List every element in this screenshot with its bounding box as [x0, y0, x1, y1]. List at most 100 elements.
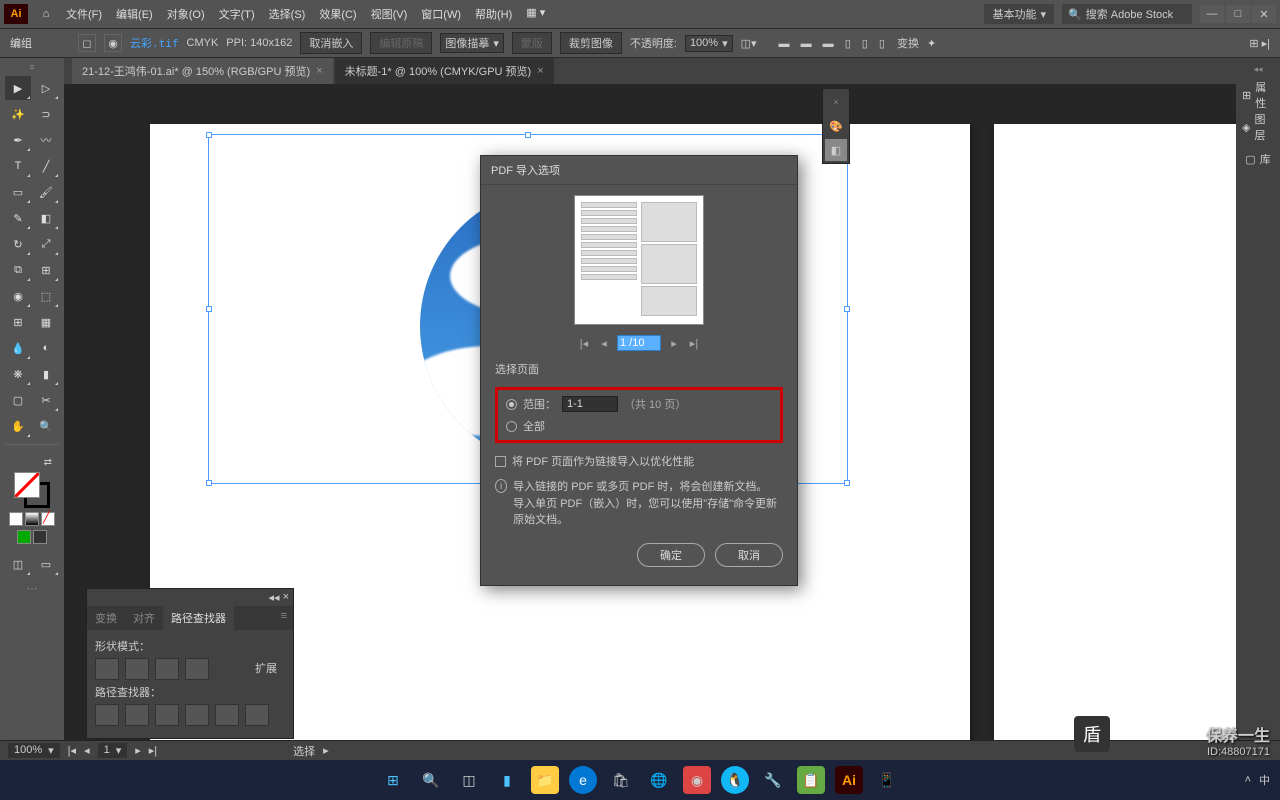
pf-tab-align[interactable]: 对齐 — [125, 606, 163, 630]
menu-file[interactable]: 文件(F) — [66, 6, 102, 22]
app-icon[interactable]: ◉ — [683, 766, 711, 794]
magic-wand-tool[interactable]: ✨ — [5, 102, 31, 126]
nav-prev-icon[interactable]: ◂ — [84, 744, 90, 757]
merge-icon[interactable] — [155, 704, 179, 726]
shaper-tool[interactable]: ✎ — [5, 206, 31, 230]
symbol-tool[interactable]: ❋ — [5, 362, 31, 386]
screen-mode-normal[interactable] — [17, 530, 31, 544]
artboard-tool[interactable]: ▢ — [5, 388, 31, 412]
color-mode-solid[interactable] — [9, 512, 23, 526]
next-page-icon[interactable]: ▸ — [667, 336, 681, 350]
line-tool[interactable]: ╱ — [33, 154, 59, 178]
color-mode-gradient[interactable] — [25, 512, 39, 526]
linked-file[interactable]: 云彩.tif — [130, 35, 179, 51]
panel-properties[interactable]: ⊞ 属性 — [1242, 83, 1274, 107]
embed-icon[interactable]: ◻ — [78, 34, 96, 52]
color-mode-none[interactable]: ╱ — [41, 512, 55, 526]
range-radio[interactable] — [506, 399, 517, 410]
nav-next-icon[interactable]: ▸ — [135, 744, 141, 757]
outline-icon[interactable] — [215, 704, 239, 726]
color-icon[interactable]: 🎨 — [825, 115, 847, 137]
phone-icon[interactable]: 📱 — [873, 766, 901, 794]
tool-icon[interactable]: 🔧 — [759, 766, 787, 794]
nav-first-icon[interactable]: |◂ — [68, 744, 76, 757]
menu-object[interactable]: 对象(O) — [167, 6, 205, 22]
eraser-tool[interactable]: ◧ — [33, 206, 59, 230]
panel-layers[interactable]: ◈ 图层 — [1242, 115, 1274, 139]
type-tool[interactable]: T — [5, 154, 31, 178]
panel-libraries[interactable]: ▢ 库 — [1242, 147, 1274, 171]
free-transform-tool[interactable]: ⊞ — [33, 258, 59, 282]
search-task-icon[interactable]: 🔍 — [417, 766, 445, 794]
notes-icon[interactable]: 📋 — [797, 766, 825, 794]
panel-menu-icon[interactable]: ≡ — [275, 606, 293, 630]
nav-last-icon[interactable]: ▸| — [149, 744, 157, 757]
start-icon[interactable]: ⊞ — [379, 766, 407, 794]
crop-button[interactable]: 裁剪图像 — [560, 32, 622, 54]
range-input[interactable]: 1-1 — [562, 396, 618, 412]
minimize-button[interactable]: — — [1200, 5, 1224, 23]
minus-front-icon[interactable] — [125, 658, 149, 680]
width-tool[interactable]: ⧉ — [5, 258, 31, 282]
widgets-icon[interactable]: ▮ — [493, 766, 521, 794]
menu-layout-icon[interactable]: ▦ ▾ — [526, 6, 545, 22]
exclude-icon[interactable] — [185, 658, 209, 680]
isolate-icon[interactable]: ✦ — [927, 37, 936, 50]
lasso-tool[interactable]: ⊃ — [33, 102, 59, 126]
intersect-icon[interactable] — [155, 658, 179, 680]
curvature-tool[interactable]: 〰 — [33, 128, 59, 152]
close-icon[interactable]: × — [316, 65, 322, 77]
panel-toggle-icon[interactable]: ⊞ ▸| — [1249, 37, 1270, 50]
explorer-icon[interactable]: 📁 — [531, 766, 559, 794]
zoom-tool[interactable]: 🔍 — [33, 414, 59, 438]
screen-mode[interactable]: ▭ — [33, 552, 59, 576]
trim-icon[interactable] — [125, 704, 149, 726]
ok-button[interactable]: 确定 — [637, 543, 705, 567]
crop-pf-icon[interactable] — [185, 704, 209, 726]
pf-tab-transform[interactable]: 变换 — [87, 606, 125, 630]
selection-tool[interactable]: ▶ — [5, 76, 31, 100]
shape-builder-tool[interactable]: ◉ — [5, 284, 31, 308]
brush-tool[interactable]: 🖌 — [33, 180, 59, 204]
perspective-tool[interactable]: ⬚ — [33, 284, 59, 308]
divide-icon[interactable] — [95, 704, 119, 726]
home-icon[interactable]: ⌂ — [36, 4, 56, 24]
search-stock[interactable]: 🔍 搜索 Adobe Stock — [1062, 4, 1192, 24]
menu-select[interactable]: 选择(S) — [269, 6, 306, 22]
zoom-dropdown[interactable]: 100% ▾ — [8, 743, 60, 758]
menu-text[interactable]: 文字(T) — [219, 6, 255, 22]
close-icon[interactable]: × — [537, 65, 543, 77]
eyedropper-tool[interactable]: 💧 — [5, 336, 31, 360]
opacity-input[interactable]: 100% ▾ — [685, 35, 733, 52]
menu-view[interactable]: 视图(V) — [371, 6, 408, 22]
minus-back-icon[interactable] — [245, 704, 269, 726]
draw-mode[interactable]: ◫ — [5, 552, 31, 576]
direct-select-tool[interactable]: ▷ — [33, 76, 59, 100]
ai-task-icon[interactable]: Ai — [835, 766, 863, 794]
image-trace-dropdown[interactable]: 图像描摹 ▾ — [440, 33, 504, 53]
scale-tool[interactable]: ⤢ — [33, 232, 59, 256]
pathfinder-panel[interactable]: ◂◂ × 变换 对齐 路径查找器 ≡ 形状模式： 扩展 路径查找器： — [86, 588, 294, 739]
panel-close-icon[interactable]: × — [283, 591, 289, 604]
mini-close-icon[interactable]: × — [825, 91, 847, 113]
taskview-icon[interactable]: ◫ — [455, 766, 483, 794]
tab-2[interactable]: 未标题-1* @ 100% (CMYK/GPU 预览)× — [335, 58, 554, 84]
tray-ime-icon[interactable]: 中 — [1259, 772, 1270, 788]
tray-up-icon[interactable]: ˄ — [1245, 774, 1251, 786]
page-input[interactable]: 1 /10 — [617, 335, 661, 351]
blend-tool[interactable]: ◐ — [33, 336, 59, 360]
prev-page-icon[interactable]: ◂ — [597, 336, 611, 350]
slice-tool[interactable]: ✂ — [33, 388, 59, 412]
unembed-button[interactable]: 取消嵌入 — [300, 32, 362, 54]
swatch-icon[interactable]: ◧ — [825, 139, 847, 161]
graph-tool[interactable]: ▮ — [33, 362, 59, 386]
pen-tool[interactable]: ✒ — [5, 128, 31, 152]
transform-label[interactable]: 变换 — [897, 35, 919, 51]
workspace-dropdown[interactable]: 基本功能▾ — [984, 4, 1054, 24]
artboard-nav[interactable]: 1 ▾ — [98, 743, 128, 758]
menu-window[interactable]: 窗口(W) — [421, 6, 461, 22]
rotate-tool[interactable]: ↻ — [5, 232, 31, 256]
first-page-icon[interactable]: |◂ — [577, 336, 591, 350]
all-radio[interactable] — [506, 421, 517, 432]
menu-effect[interactable]: 效果(C) — [319, 6, 356, 22]
